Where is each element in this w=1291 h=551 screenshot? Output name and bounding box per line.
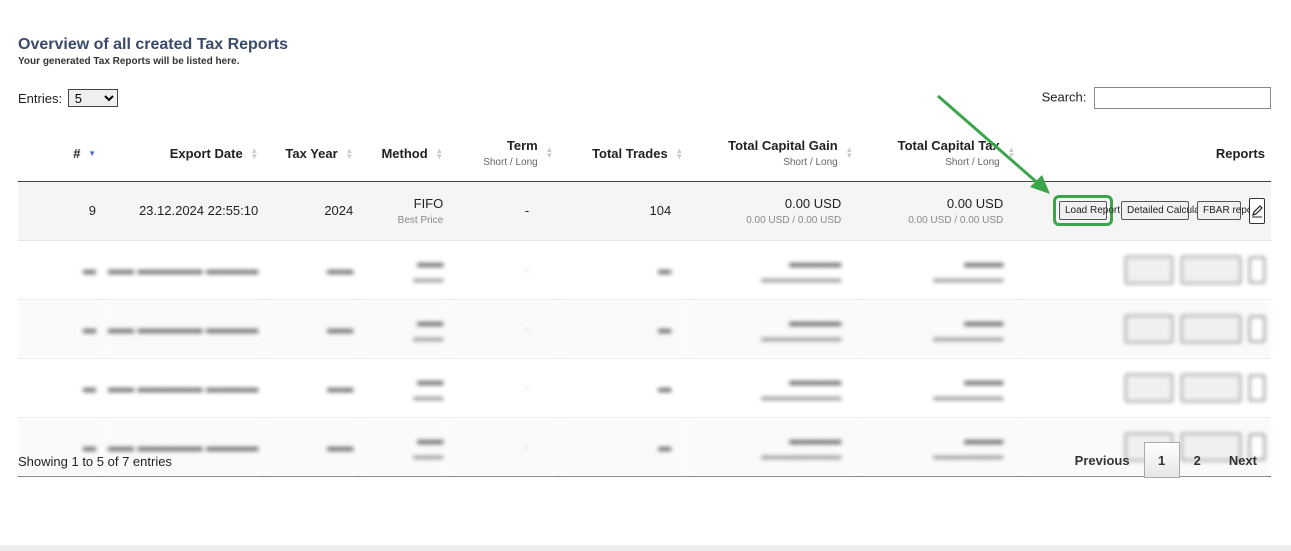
pagination-next[interactable]: Next	[1215, 453, 1271, 468]
table-controls: Entries: 5 Search:	[18, 87, 1271, 113]
load-report-button[interactable]: Load Report	[1059, 201, 1120, 220]
sort-icon: ▲ ▼	[435, 145, 444, 161]
col-term[interactable]: Term Short / Long ▲ ▼	[449, 126, 560, 182]
cell-tax-year: 2024	[264, 181, 360, 241]
entries-control: Entries: 5	[18, 89, 118, 107]
table-row-redacted: ▬ ▬▬ ▬▬▬▬▬ ▬▬▬▬ ▬▬ ▬▬ ▬▬▬ · ▬ ▬▬▬▬ ▬▬▬▬▬▬▬▬ ▬▬▬…	[18, 299, 1271, 359]
edit-icon[interactable]	[1249, 197, 1265, 224]
col-tax-year[interactable]: Tax Year ▲ ▼	[264, 126, 360, 182]
search-label: Search:	[1041, 89, 1087, 105]
sort-desc-icon: ▼	[88, 148, 96, 158]
col-capital-gain[interactable]: Total Capital Gain Short / Long ▲ ▼	[689, 126, 860, 182]
col-total-trades[interactable]: Total Trades ▲ ▼	[559, 126, 690, 182]
tax-reports-table: # ▼ Export Date ▲ ▼ Tax Year ▲ ▼ Method ▲ ▼	[18, 126, 1271, 477]
sort-icon: ▲ ▼	[845, 145, 854, 161]
sort-icon: ▲ ▼	[545, 145, 554, 161]
sort-icon: ▲ ▼	[345, 145, 354, 161]
bottom-divider	[0, 545, 1291, 551]
table-row: 9 23.12.2024 22:55:10 2024 FIFO Best Pri…	[18, 181, 1271, 241]
cell-total-trades: 104	[559, 181, 690, 241]
col-export-date[interactable]: Export Date ▲ ▼	[102, 126, 265, 182]
cell-capital-gain: 0.00 USD 0.00 USD / 0.00 USD	[689, 181, 860, 241]
col-capital-tax[interactable]: Total Capital Tax Short / Long ▲ ▼	[859, 126, 1022, 182]
page-title: Overview of all created Tax Reports	[18, 36, 289, 53]
load-report-highlight: Load Report	[1053, 195, 1120, 226]
table-row-redacted: ▬ ▬▬ ▬▬▬▬▬ ▬▬▬▬ ▬▬ ▬▬ ▬▬▬ · ▬ ▬▬▬▬ ▬▬▬▬▬▬▬▬ ▬▬▬…	[18, 358, 1271, 418]
search-input[interactable]	[1094, 87, 1271, 109]
sort-icon: ▲ ▼	[1007, 145, 1016, 161]
table-header-row: # ▼ Export Date ▲ ▼ Tax Year ▲ ▼ Method ▲ ▼	[18, 126, 1271, 182]
tax-reports-panel: Overview of all created Tax Reports Your…	[18, 36, 1271, 477]
col-reports: Reports	[1021, 126, 1271, 182]
pagination-page-2[interactable]: 2	[1180, 453, 1215, 468]
page-subtitle: Your generated Tax Reports will be liste…	[18, 56, 240, 67]
entries-label: Entries:	[18, 91, 63, 106]
cell-export-date: 23.12.2024 22:55:10	[102, 181, 265, 241]
detailed-calculation-button[interactable]: Detailed Calculation	[1121, 201, 1216, 220]
sort-icon: ▲ ▼	[675, 145, 684, 161]
pagination: Previous 1 2 Next	[1061, 442, 1271, 478]
pagination-page-1[interactable]: 1	[1143, 442, 1180, 478]
col-number[interactable]: # ▼	[18, 126, 102, 182]
search-control: Search:	[1042, 87, 1271, 109]
entries-info: Showing 1 to 5 of 7 entries	[18, 454, 172, 469]
cell-reports: Load Report Detailed Calculation FBAR re…	[1021, 181, 1271, 241]
table-row-redacted: ▬ ▬▬ ▬▬▬▬▬ ▬▬▬▬ ▬▬ ▬▬ ▬▬▬ · ▬ ▬▬▬▬ ▬▬▬▬▬▬▬▬ ▬▬▬…	[18, 240, 1271, 300]
cell-term: -	[449, 181, 560, 241]
entries-select[interactable]: 5	[67, 89, 118, 107]
cell-method: FIFO Best Price	[359, 181, 450, 241]
fbar-report-button[interactable]: FBAR report	[1197, 201, 1259, 220]
sort-icon: ▲ ▼	[250, 145, 259, 161]
pagination-previous[interactable]: Previous	[1061, 453, 1144, 468]
cell-number: 9	[18, 181, 102, 241]
col-method[interactable]: Method ▲ ▼	[359, 126, 450, 182]
cell-capital-tax: 0.00 USD 0.00 USD / 0.00 USD	[859, 181, 1022, 241]
